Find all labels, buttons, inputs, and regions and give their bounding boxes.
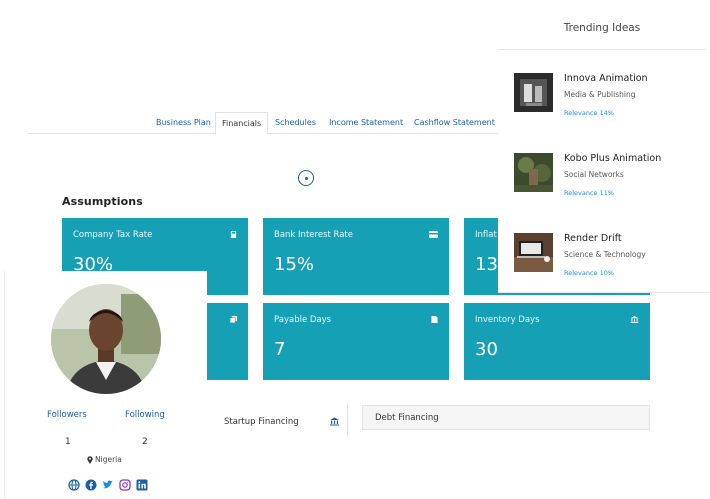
copy-icon	[230, 316, 237, 323]
idea-name[interactable]: Innova Animation	[564, 73, 648, 84]
avatar[interactable]	[51, 284, 161, 394]
followers-link[interactable]: Followers	[47, 410, 87, 420]
linkedin-icon[interactable]	[136, 476, 148, 491]
financials-tab-bar: Business Plan Financials Schedules Incom…	[28, 112, 498, 135]
facebook-icon[interactable]	[85, 476, 97, 491]
card-label: Payable Days	[274, 315, 332, 325]
tab-cashflow-statement[interactable]: Cashflow Statement	[414, 112, 495, 134]
card-value: 15%	[274, 254, 315, 275]
idea-category: Science & Technology	[564, 250, 646, 259]
card-bank-interest-rate: Bank Interest Rate 15%	[263, 218, 449, 295]
idea-name[interactable]: Kobo Plus Animation	[564, 153, 661, 164]
card-label: Company Tax Rate	[73, 230, 153, 240]
instagram-icon[interactable]	[119, 476, 131, 491]
card-label: Inflat	[475, 230, 497, 240]
divider	[498, 49, 706, 50]
idea-relevance: Relevance 11%	[564, 189, 615, 197]
followers-count: 1	[65, 437, 71, 447]
following-link[interactable]: Following	[125, 410, 165, 420]
debt-financing-panel[interactable]: Debt Financing	[362, 405, 650, 430]
card-value: 30	[475, 339, 498, 360]
location: Nigeria	[87, 455, 122, 464]
idea-thumbnail	[514, 153, 553, 192]
profile-card: Followers Following 1 2 Nigeria	[4, 271, 207, 499]
assumptions-title: Assumptions	[62, 195, 143, 208]
trending-idea-item[interactable]: Kobo Plus Animation Social Networks Rele…	[514, 153, 704, 217]
financing-divider	[347, 405, 348, 435]
twitter-icon[interactable]	[102, 476, 114, 489]
social-links	[68, 476, 148, 491]
idea-relevance: Relevance 10%	[564, 269, 615, 277]
trending-idea-item[interactable]: Render Drift Science & Technology Releva…	[514, 233, 704, 297]
tab-business-plan[interactable]: Business Plan	[156, 112, 211, 134]
map-pin-icon	[87, 455, 93, 464]
following-count: 2	[142, 437, 148, 447]
trending-idea-item[interactable]: Innova Animation Media & Publishing Rele…	[514, 73, 704, 137]
trending-ideas-title: Trending Ideas	[563, 22, 641, 34]
card-label: Bank Interest Rate	[274, 230, 353, 240]
globe-icon[interactable]	[68, 476, 80, 491]
card-label: Inventory Days	[475, 315, 540, 325]
tab-schedules[interactable]: Schedules	[275, 112, 316, 134]
idea-thumbnail	[514, 73, 553, 112]
bank-icon	[630, 316, 639, 323]
card-payable-days: Payable Days 7	[263, 303, 449, 380]
trending-ideas-panel: Trending Ideas Innova Animation Media & …	[498, 0, 710, 293]
idea-name[interactable]: Render Drift	[564, 233, 622, 244]
idea-relevance: Relevance 14%	[564, 109, 615, 117]
tab-financials[interactable]: Financials	[215, 112, 269, 135]
idea-thumbnail	[514, 233, 553, 272]
card-value: 7	[274, 339, 286, 360]
idea-category: Media & Publishing	[564, 90, 636, 99]
document-icon	[431, 316, 438, 323]
bank-icon[interactable]	[330, 417, 339, 426]
idea-category: Social Networks	[564, 170, 624, 179]
calculator-icon	[230, 231, 237, 238]
location-text: Nigeria	[95, 455, 122, 464]
loading-spinner-icon	[298, 170, 314, 186]
card-inventory-days: Inventory Days 30	[464, 303, 650, 380]
startup-financing-label[interactable]: Startup Financing	[224, 417, 299, 427]
debt-financing-label: Debt Financing	[375, 413, 439, 423]
tab-income-statement[interactable]: Income Statement	[329, 112, 403, 134]
credit-card-icon	[429, 231, 438, 238]
